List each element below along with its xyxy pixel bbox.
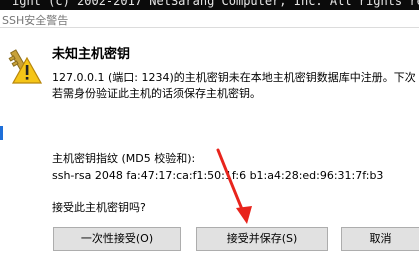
dialog-titlebar[interactable]: SSH安全警告 [0,10,419,28]
dialog-title: SSH安全警告 [2,14,69,27]
dialog-message: 127.0.0.1 (端口: 1234)的主机密钥未在本地主机密钥数据库中注册。… [52,70,419,102]
ssh-security-warning-dialog: SSH安全警告 未知主机密钥 127.0.0.1 (端口: 1234)的主机密钥… [0,10,419,261]
warning-key-icon [8,49,42,84]
accept-and-save-button[interactable]: 接受并保存(S) [196,227,328,251]
dialog-heading: 未知主机密钥 [52,47,131,62]
window-edge-accent [0,126,3,140]
message-line-1: 127.0.0.1 (端口: 1234)的主机密钥未在本地主机密钥数据库中注册。… [52,71,416,84]
accept-once-button[interactable]: 一次性接受(O) [53,227,181,251]
fingerprint-label: 主机密钥指纹 (MD5 校验和): [52,152,196,165]
fingerprint-value: ssh-rsa 2048 fa:47:17:ca:f1:50:1f:6 b1:a… [52,169,384,182]
terminal-text: ight (c) 2002-2017 NetSarang Computer, I… [12,0,419,8]
terminal-background: ight (c) 2002-2017 NetSarang Computer, I… [0,0,419,10]
accept-question: 接受此主机密钥吗? [52,201,146,214]
screen: ight (c) 2002-2017 NetSarang Computer, I… [0,0,419,261]
message-line-2: 若需身份验证此主机的话须保存主机密钥。 [52,87,261,100]
cancel-button[interactable]: 取消 [341,227,419,251]
